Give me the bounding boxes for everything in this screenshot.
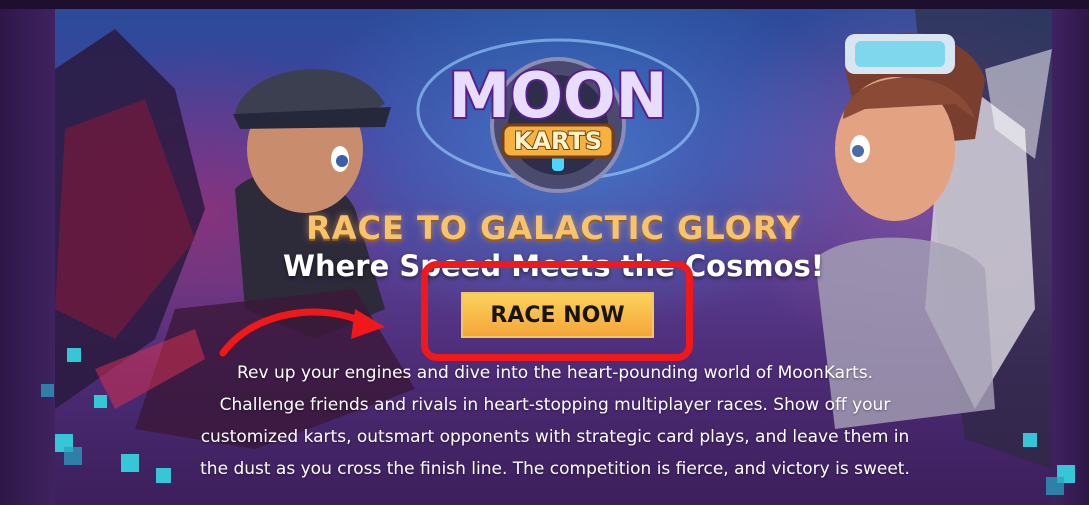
pixel-decoration [1023, 433, 1037, 447]
moon-karts-logo: MOON KARTS [416, 38, 700, 193]
hero-banner: MOON KARTS RACE TO GALACTIC GLORY Where … [55, 9, 1052, 505]
pixel-decoration [67, 348, 81, 362]
pixel-decoration [94, 395, 107, 408]
top-bar [0, 0, 1089, 9]
description-text: Rev up your engines and dive into the he… [200, 363, 910, 479]
logo-moon-text: MOON [449, 59, 668, 132]
pixel-decoration [121, 454, 139, 472]
headline: RACE TO GALACTIC GLORY [306, 209, 801, 247]
race-now-button[interactable]: RACE NOW [461, 292, 654, 338]
left-backdrop [0, 9, 55, 505]
right-backdrop [1052, 9, 1089, 505]
pixel-decoration [64, 447, 82, 465]
pixel-decoration [156, 468, 171, 483]
pixel-decoration [1046, 477, 1064, 495]
subheadline: Where Speed Meets the Cosmos! [283, 249, 824, 283]
logo-karts-text: KARTS [514, 127, 602, 155]
pixel-decoration [41, 384, 54, 397]
